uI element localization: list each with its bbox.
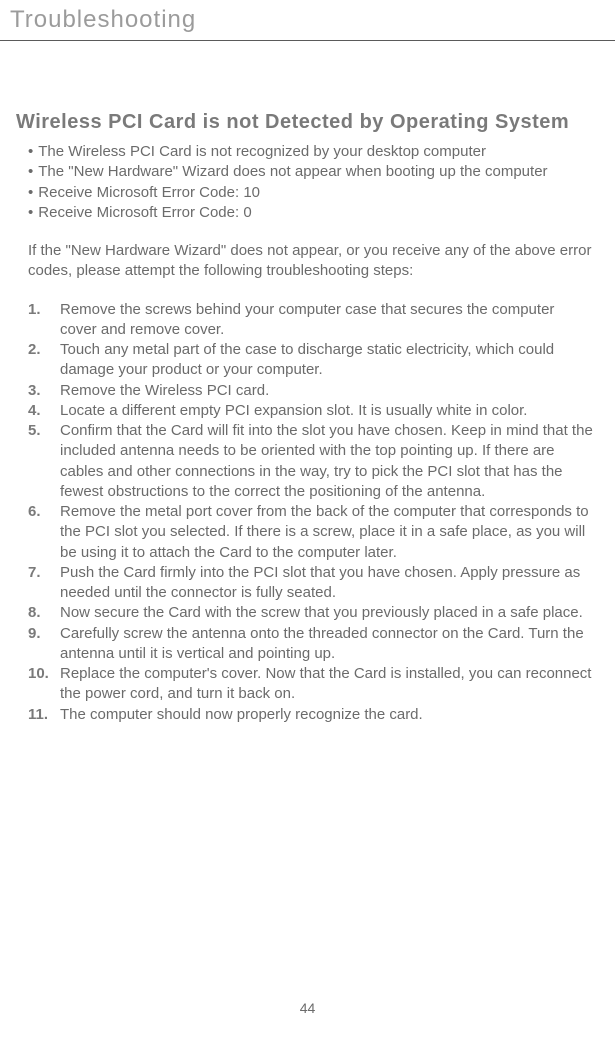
step-text: Carefully screw the antenna onto the thr… — [60, 624, 599, 665]
step-number: 9. — [28, 624, 60, 665]
step-item: 6. Remove the metal port cover from the … — [28, 502, 599, 563]
step-number: 6. — [28, 502, 60, 563]
bullet-item: • Receive Microsoft Error Code: 10 — [28, 183, 599, 203]
bullet-item: • Receive Microsoft Error Code: 0 — [28, 203, 599, 223]
step-number: 3. — [28, 381, 60, 401]
step-text: Remove the Wireless PCI card. — [60, 381, 599, 401]
step-item: 1. Remove the screws behind your compute… — [28, 300, 599, 341]
step-item: 9. Carefully screw the antenna onto the … — [28, 624, 599, 665]
step-number: 1. — [28, 300, 60, 341]
step-text: Confirm that the Card will fit into the … — [60, 421, 599, 502]
bullet-item: • The "New Hardware" Wizard does not app… — [28, 162, 599, 182]
page-header-title: Troubleshooting — [0, 0, 615, 40]
step-number: 2. — [28, 340, 60, 381]
step-number: 5. — [28, 421, 60, 502]
bullet-icon: • — [28, 183, 38, 203]
step-number: 11. — [28, 705, 60, 725]
bullet-text: The "New Hardware" Wizard does not appea… — [38, 162, 599, 182]
intro-paragraph: If the "New Hardware Wizard" does not ap… — [16, 241, 599, 282]
step-number: 7. — [28, 563, 60, 604]
step-text: Remove the metal port cover from the bac… — [60, 502, 599, 563]
step-text: Now secure the Card with the screw that … — [60, 603, 599, 623]
step-item: 5. Confirm that the Card will fit into t… — [28, 421, 599, 502]
steps-list: 1. Remove the screws behind your compute… — [16, 300, 599, 725]
step-item: 10. Replace the computer's cover. Now th… — [28, 664, 599, 705]
step-number: 8. — [28, 603, 60, 623]
step-text: The computer should now properly recogni… — [60, 705, 599, 725]
section-title: Wireless PCI Card is not Detected by Ope… — [16, 111, 599, 134]
content-area: Wireless PCI Card is not Detected by Ope… — [0, 111, 615, 725]
bullet-text: Receive Microsoft Error Code: 0 — [38, 203, 599, 223]
bullet-icon: • — [28, 203, 38, 223]
step-item: 2. Touch any metal part of the case to d… — [28, 340, 599, 381]
step-text: Touch any metal part of the case to disc… — [60, 340, 599, 381]
step-item: 7. Push the Card firmly into the PCI slo… — [28, 563, 599, 604]
bullet-text: Receive Microsoft Error Code: 10 — [38, 183, 599, 203]
step-text: Push the Card firmly into the PCI slot t… — [60, 563, 599, 604]
step-text: Locate a different empty PCI expansion s… — [60, 401, 599, 421]
step-text: Remove the screws behind your computer c… — [60, 300, 599, 341]
page-number: 44 — [0, 1000, 615, 1016]
step-item: 8. Now secure the Card with the screw th… — [28, 603, 599, 623]
bullet-icon: • — [28, 162, 38, 182]
symptom-bullets: • The Wireless PCI Card is not recognize… — [16, 142, 599, 223]
step-number: 4. — [28, 401, 60, 421]
bullet-icon: • — [28, 142, 38, 162]
step-item: 4. Locate a different empty PCI expansio… — [28, 401, 599, 421]
step-text: Replace the computer's cover. Now that t… — [60, 664, 599, 705]
bullet-text: The Wireless PCI Card is not recognized … — [38, 142, 599, 162]
step-item: 3. Remove the Wireless PCI card. — [28, 381, 599, 401]
step-item: 11. The computer should now properly rec… — [28, 705, 599, 725]
step-number: 10. — [28, 664, 60, 705]
bullet-item: • The Wireless PCI Card is not recognize… — [28, 142, 599, 162]
header-divider — [0, 40, 615, 41]
